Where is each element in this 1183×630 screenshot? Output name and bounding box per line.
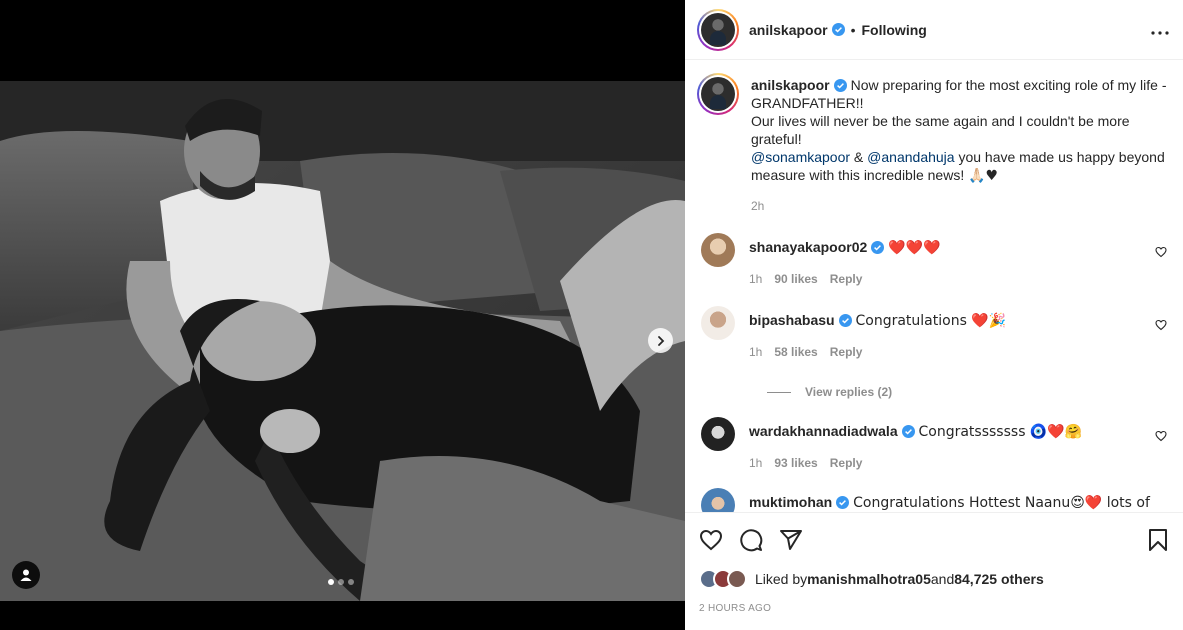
comment-text: bipashabasu Congratulations ❤️🎉 [749,311,1169,330]
comment-text: wardakhannadiadwala Congratsssssss 🧿❤️🤗 [749,422,1169,441]
caption-avatar-ring[interactable] [697,73,739,115]
avatar[interactable] [701,417,735,451]
comment-username[interactable]: shanayakapoor02 [749,239,867,255]
liked-by-and: and [930,571,955,587]
post-photo[interactable] [0,81,685,601]
comment-item: muktimohan Congratulations Hottest Naanu… [697,488,1169,512]
caption-line-2: Our lives will never be the same again a… [751,113,1130,147]
photo-illustration [0,81,685,601]
comment-likes[interactable]: 90 likes [774,272,817,286]
mention-sonamkapoor[interactable]: @sonamkapoor [751,149,850,165]
post-header: anilskapoor • Following [685,0,1183,60]
share-icon[interactable] [779,528,803,552]
avatar[interactable] [701,306,735,340]
media-panel [0,0,685,630]
comment-meta: 1h 58 likes Reply [749,345,1169,359]
comment-text: shanayakapoor02 ❤️❤️❤️ [749,238,1169,257]
comment-username[interactable]: muktimohan [749,494,832,510]
comment-body: Congratulations ❤️🎉 [855,313,1007,329]
comment-item: shanayakapoor02 ❤️❤️❤️ 1h 90 likes Reply [697,233,1169,286]
verified-badge-icon [871,241,885,254]
view-replies-button[interactable]: View replies (2) [767,385,1169,399]
instagram-post-modal: anilskapoor • Following anilskapoor Now … [0,0,1183,630]
caption-text: anilskapoor Now preparing for the most ex… [751,76,1171,185]
reply-button[interactable]: Reply [830,456,863,470]
verified-badge-icon [836,496,850,509]
comment-body: Congratulations Hottest Naanu😍❤️ lots of [853,495,1150,511]
reply-button[interactable]: Reply [830,272,863,286]
liked-by-user[interactable]: manishmalhotra05 [807,571,931,587]
liker-avatars[interactable] [699,569,747,589]
verified-badge-icon [901,425,915,438]
mention-anandahuja[interactable]: @anandahuja [867,149,954,165]
bookmark-icon[interactable] [1147,528,1169,552]
caption-ampersand: & [850,149,868,165]
avatar [701,77,735,111]
comment-likes[interactable]: 93 likes [774,456,817,470]
carousel-next-button[interactable] [648,328,673,353]
comment-meta: 1h 93 likes Reply [749,456,1169,470]
avatar[interactable] [701,488,735,512]
liked-by-prefix: Liked by [755,571,808,587]
post-details-panel: anilskapoor • Following anilskapoor Now … [685,0,1183,630]
post-timestamp[interactable]: 2 HOURS AGO [699,603,1169,614]
more-horizontal-icon [1151,31,1169,35]
reply-button[interactable]: Reply [830,345,863,359]
comments-scroll-area[interactable]: anilskapoor Now preparing for the most ex… [685,60,1183,512]
comment-likes[interactable]: 58 likes [774,345,817,359]
comment-like-heart-icon[interactable] [1155,319,1167,331]
likes-summary: Liked by manishmalhotra05 and 84,725 oth… [699,569,1169,589]
divider-line [767,391,791,393]
action-bar [699,513,1169,567]
post-actions-section: Liked by manishmalhotra05 and 84,725 oth… [685,512,1183,630]
comment-text: muktimohan Congratulations Hottest Naanu… [749,493,1169,512]
user-tag-icon [20,569,32,581]
caption: anilskapoor Now preparing for the most ex… [697,73,1171,213]
user-tag-button[interactable] [12,561,40,589]
caption-username[interactable]: anilskapoor [751,77,830,93]
separator-bullet: • [850,21,856,38]
comment-like-heart-icon[interactable] [1155,430,1167,442]
chevron-right-icon [657,335,664,346]
comment-icon[interactable] [739,528,763,552]
liked-by-count[interactable]: 84,725 others [954,571,1044,587]
verified-badge-icon [838,314,852,327]
comment-time[interactable]: 1h [749,272,762,286]
following-button[interactable]: Following [862,22,927,38]
comment-body: ❤️❤️❤️ [888,240,941,256]
caption-emoji: 🙏🏻♥ [968,168,999,184]
comment-time[interactable]: 1h [749,345,762,359]
more-options-button[interactable] [1151,19,1169,40]
verified-badge-icon [833,79,847,92]
carousel-dot [338,579,344,585]
avatar[interactable] [701,233,735,267]
author-avatar-ring[interactable] [697,8,739,51]
comment-time[interactable]: 1h [749,456,762,470]
avatar [701,12,735,47]
comment-like-heart-icon[interactable] [1155,246,1167,258]
caption-timestamp[interactable]: 2h [751,199,1171,213]
carousel-dot-active [328,579,334,585]
comment-meta: 1h 90 likes Reply [749,272,1169,286]
comment-username[interactable]: wardakhannadiadwala [749,423,898,439]
view-replies-label: View replies (2) [805,385,893,399]
comment-body: Congratsssssss 🧿❤️🤗 [918,424,1083,440]
author-username[interactable]: anilskapoor [749,22,828,38]
verified-badge-icon [831,23,845,36]
carousel-dots [328,579,354,585]
comment-item: bipashabasu Congratulations ❤️🎉 1h 58 li… [697,306,1169,359]
avatar [727,569,747,589]
comment-item: wardakhannadiadwala Congratsssssss 🧿❤️🤗 … [697,417,1169,470]
heart-icon[interactable] [699,528,723,552]
carousel-dot [348,579,354,585]
comment-username[interactable]: bipashabasu [749,312,835,328]
